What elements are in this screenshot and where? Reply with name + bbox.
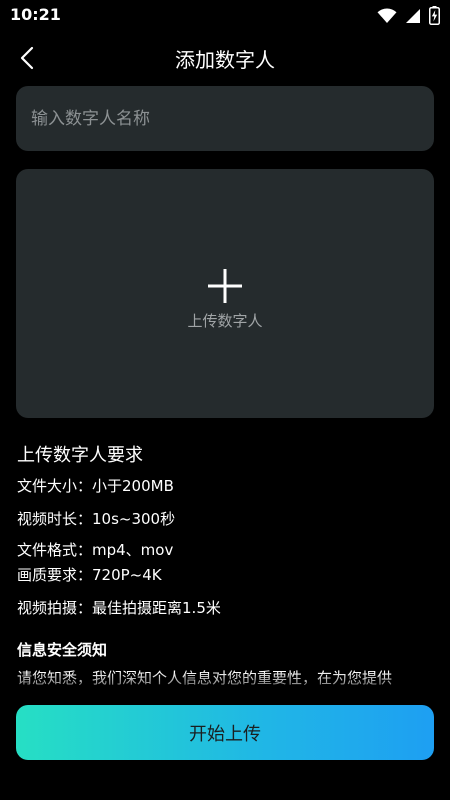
status-bar: 10:21: [0, 0, 450, 32]
upload-area[interactable]: 上传数字人: [16, 169, 434, 418]
page-title: 添加数字人: [175, 48, 275, 72]
requirement-file-size: 文件大小：小于200MB: [17, 477, 174, 495]
start-upload-button[interactable]: 开始上传: [16, 705, 434, 760]
plus-icon: [208, 269, 242, 303]
requirements-title: 上传数字人要求: [17, 445, 143, 466]
security-notice-text: 请您知悉，我们深知个人信息对您的重要性，在为您提供: [17, 669, 393, 687]
security-notice-title: 信息安全须知: [17, 641, 108, 659]
status-time: 10:21: [10, 5, 61, 24]
requirement-file-format: 文件格式：mp4、mov: [17, 541, 174, 559]
requirement-shooting-distance: 视频拍摄：最佳拍摄距离1.5米: [17, 599, 221, 617]
name-input-container: [16, 86, 434, 151]
battery-charging-icon: [429, 6, 440, 25]
requirement-video-duration: 视频时长：10s~300秒: [17, 510, 176, 528]
start-upload-label: 开始上传: [189, 723, 261, 745]
upload-label: 上传数字人: [187, 312, 263, 330]
status-icons: [377, 6, 440, 25]
nav-bar: 添加数字人: [0, 32, 450, 84]
requirement-quality: 画质要求：720P~4K: [17, 566, 162, 584]
signal-icon: [405, 8, 421, 24]
digital-human-name-input[interactable]: [16, 86, 434, 151]
add-digital-human-screen: 10:21 添加数字人 输入数字人名称 上传数字人 上传数字人要求 文件大小：小…: [0, 0, 450, 800]
wifi-icon: [377, 7, 397, 24]
